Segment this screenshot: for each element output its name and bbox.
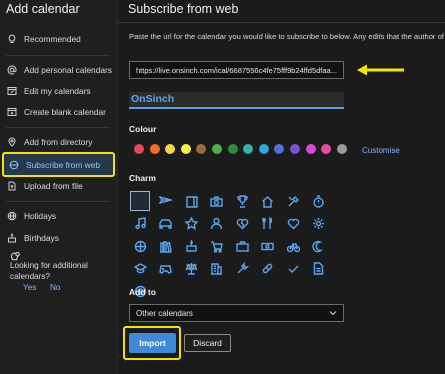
wrench-icon[interactable] [232, 259, 252, 279]
sidebar-title: Add calendar [6, 2, 80, 16]
add-to-label: Add to [129, 287, 156, 297]
globe-icon [9, 160, 19, 170]
colour-swatch[interactable] [243, 144, 254, 154]
cake-icon[interactable] [181, 236, 201, 256]
sidebar-item-label: Add personal calendars [24, 65, 112, 75]
bike-icon[interactable] [283, 236, 303, 256]
sidebar-item-recommended[interactable]: Recommended [7, 34, 81, 44]
money-icon[interactable] [258, 236, 278, 256]
edit-calendar-icon [7, 86, 17, 96]
divider [6, 201, 110, 202]
stopwatch-icon[interactable] [309, 191, 329, 211]
divider [6, 127, 110, 128]
car-icon[interactable] [156, 214, 176, 234]
sidebar-item-label: Edit my calendars [24, 86, 91, 96]
sidebar-item-edit-calendars[interactable]: Edit my calendars [7, 86, 91, 96]
sidebar: Add calendar Recommended Add personal ca… [0, 0, 118, 374]
url-input[interactable]: https://live.onsinch.com/ical/6687556c4f… [129, 61, 344, 79]
music-note-icon[interactable] [130, 214, 150, 234]
sidebar-item-label: Birthdays [24, 233, 59, 243]
book-icon[interactable] [181, 191, 201, 211]
at-sign-icon [7, 65, 17, 75]
yes-link[interactable]: Yes [23, 283, 36, 292]
colour-swatch[interactable] [134, 144, 144, 154]
main-panel: Subscribe from web Paste the url for the… [118, 0, 445, 374]
heart-icon[interactable] [283, 214, 303, 234]
colour-swatch[interactable] [180, 144, 191, 154]
colour-swatch[interactable] [289, 144, 300, 154]
graduation-cap-icon[interactable] [130, 259, 150, 279]
colour-swatch[interactable] [165, 144, 176, 154]
page-title: Subscribe from web [128, 2, 239, 16]
colour-swatches [134, 144, 352, 154]
colour-swatch[interactable] [258, 144, 269, 154]
birthday-cake-icon [7, 233, 17, 243]
sidebar-item-label: Add from directory [24, 137, 93, 147]
sidebar-item-label: Subscribe from web [26, 159, 101, 170]
colour-label: Colour [129, 124, 157, 134]
colour-swatch[interactable] [274, 144, 285, 154]
customise-link[interactable]: Customise [362, 146, 400, 155]
chevron-down-icon [329, 311, 337, 316]
pills-icon[interactable] [258, 259, 278, 279]
sidebar-item-label: Upload from file [24, 181, 83, 191]
trophy-icon[interactable] [232, 191, 252, 211]
no-link[interactable]: No [50, 283, 60, 292]
briefcase-icon[interactable] [232, 236, 252, 256]
cutlery-icon[interactable] [258, 214, 278, 234]
broken-heart-icon[interactable] [232, 214, 252, 234]
building-icon[interactable] [207, 259, 227, 279]
annotation-arrow-icon [357, 64, 404, 76]
divider [118, 22, 445, 23]
import-button[interactable]: Import [129, 333, 176, 353]
plane-icon[interactable] [156, 191, 176, 211]
cart-icon[interactable] [207, 236, 227, 256]
sidebar-item-subscribe-web[interactable]: Subscribe from web [2, 152, 115, 177]
location-pin-icon [7, 137, 17, 147]
sidebar-item-create-blank[interactable]: Create blank calendar [7, 107, 106, 117]
sidebar-item-birthdays[interactable]: Birthdays [7, 233, 59, 243]
calendar-plus-icon [7, 107, 17, 117]
globe-icon [7, 211, 17, 221]
camera-icon[interactable] [207, 191, 227, 211]
home-icon[interactable] [258, 191, 278, 211]
star-icon[interactable] [181, 214, 201, 234]
tools-icon[interactable] [283, 191, 303, 211]
add-to-value: Other calendars [136, 308, 193, 318]
charm-label: Charm [129, 173, 156, 183]
game-controller-icon[interactable] [156, 259, 176, 279]
document-icon[interactable] [309, 259, 329, 279]
colour-swatch[interactable] [305, 144, 316, 154]
sidebar-item-label: Recommended [24, 34, 81, 44]
colour-swatch[interactable] [149, 144, 160, 154]
sidebar-item-label: Holidays [24, 211, 57, 221]
moon-icon[interactable] [309, 236, 329, 256]
colour-swatch[interactable] [211, 144, 222, 154]
colour-swatch[interactable] [196, 144, 207, 154]
calendar-name-input[interactable]: OnSinch [129, 92, 344, 109]
scale-icon[interactable] [181, 259, 201, 279]
sidebar-item-upload-file[interactable]: Upload from file [7, 181, 83, 191]
divider [6, 55, 110, 56]
colour-swatch[interactable] [336, 144, 347, 154]
sidebar-item-add-personal[interactable]: Add personal calendars [7, 65, 112, 75]
add-to-select[interactable]: Other calendars [129, 304, 344, 322]
charm-none[interactable] [130, 191, 150, 211]
person-icon[interactable] [207, 214, 227, 234]
colour-swatch[interactable] [227, 144, 238, 154]
instructions: Paste the url for the calendar you would… [129, 32, 444, 41]
sidebar-item-label: Create blank calendar [24, 107, 106, 117]
basketball-icon[interactable] [130, 236, 150, 256]
upload-file-icon [7, 181, 17, 191]
bookshelf-icon[interactable] [156, 236, 176, 256]
sidebar-item-holidays[interactable]: Holidays [7, 211, 56, 221]
gear-icon[interactable] [309, 214, 329, 234]
sidebar-item-add-directory[interactable]: Add from directory [7, 137, 92, 147]
discard-button[interactable]: Discard [184, 334, 231, 352]
lightbulb-icon [7, 34, 17, 44]
check-icon[interactable] [283, 259, 303, 279]
colour-swatch[interactable] [321, 144, 332, 154]
more-calendars-prompt: Looking for additional calendars? [10, 261, 88, 281]
